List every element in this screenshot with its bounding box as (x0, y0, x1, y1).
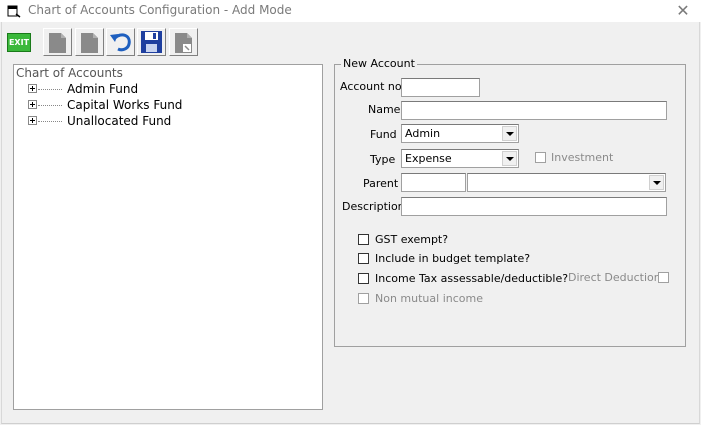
type-label: Type (370, 153, 396, 166)
tree-root-label[interactable]: Chart of Accounts (16, 66, 123, 80)
account-tree[interactable]: Chart of Accounts Admin Fund Capital Wor… (13, 64, 323, 410)
close-button[interactable]: ✕ (668, 0, 698, 22)
tree-item-label[interactable]: Unallocated Fund (67, 114, 171, 128)
tree-item-label[interactable]: Capital Works Fund (67, 98, 182, 112)
direct-deduction-checkbox[interactable] (658, 272, 669, 283)
type-select-value: Expense (405, 152, 452, 165)
non-mutual-income-checkbox[interactable] (358, 293, 369, 304)
window-title: Chart of Accounts Configuration - Add Mo… (28, 3, 292, 17)
direct-deduction-label: Direct Deduction (568, 271, 661, 284)
save-button[interactable] (137, 28, 166, 56)
budget-template-checkbox[interactable] (358, 253, 369, 264)
gst-exempt-label: GST exempt? (375, 233, 449, 246)
income-tax-label: Income Tax assessable/deductible? (375, 272, 569, 285)
copy-button[interactable] (75, 28, 104, 56)
fund-select-value: Admin (405, 127, 441, 140)
delete-icon (175, 33, 192, 53)
fund-label: Fund (370, 128, 397, 141)
save-icon (141, 31, 162, 53)
chevron-down-icon[interactable] (502, 151, 517, 166)
budget-template-label: Include in budget template? (375, 252, 531, 265)
tree-item-label[interactable]: Admin Fund (67, 82, 138, 96)
undo-button[interactable] (106, 28, 135, 56)
copy-icon (81, 33, 98, 53)
undo-icon (110, 33, 131, 52)
description-label: Description (342, 200, 405, 213)
title-bar: Chart of Accounts Configuration - Add Mo… (0, 0, 701, 22)
tree-connector (38, 121, 62, 122)
tree-connector (38, 89, 62, 90)
income-tax-checkbox[interactable] (358, 273, 369, 284)
chevron-down-icon[interactable] (502, 126, 517, 141)
chevron-down-icon[interactable] (649, 175, 664, 190)
parent-code-field[interactable] (401, 173, 466, 192)
account-no-field[interactable] (401, 78, 480, 97)
expand-icon[interactable] (28, 84, 37, 93)
description-field[interactable] (401, 197, 667, 216)
non-mutual-income-label: Non mutual income (375, 292, 483, 305)
new-button[interactable] (43, 28, 72, 56)
name-field[interactable] (401, 101, 667, 120)
app-icon (7, 5, 21, 18)
new-icon (49, 33, 66, 53)
investment-checkbox[interactable] (535, 152, 546, 163)
expand-icon[interactable] (28, 100, 37, 109)
delete-button[interactable] (169, 28, 198, 56)
close-icon: ✕ (676, 1, 690, 20)
fund-select[interactable]: Admin (401, 124, 519, 143)
parent-name-select[interactable] (467, 173, 666, 192)
investment-label: Investment (551, 151, 614, 164)
type-select[interactable]: Expense (401, 149, 519, 168)
exit-button[interactable]: EXIT (7, 33, 31, 52)
gst-exempt-checkbox[interactable] (358, 234, 369, 245)
parent-label: Parent (363, 177, 399, 190)
account-no-label: Account no. (340, 80, 405, 93)
expand-icon[interactable] (28, 116, 37, 125)
group-title: New Account (341, 57, 417, 70)
name-label: Name (368, 103, 401, 116)
tree-connector (38, 105, 62, 106)
